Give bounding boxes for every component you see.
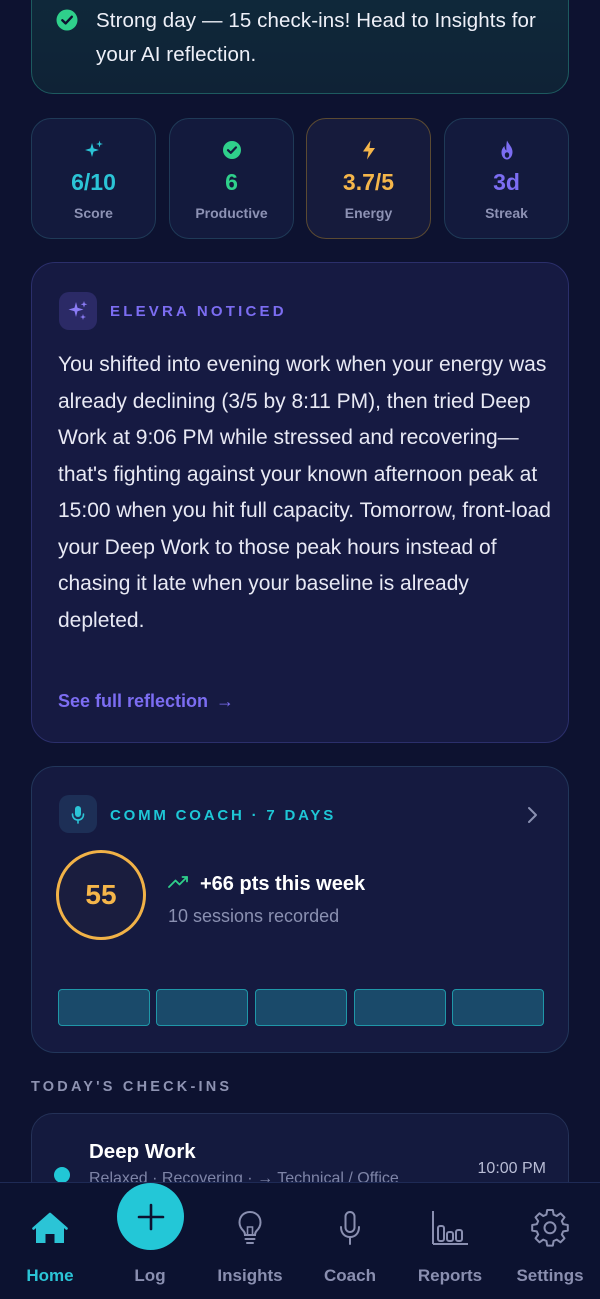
plus-icon [137,1203,164,1230]
sparkles-icon [68,301,88,320]
sparkles-icon [84,140,103,157]
stat-card-productive[interactable]: 6 Productive [169,118,294,239]
elevra-insight-card: ELEVRA NOTICED You shifted into evening … [31,262,569,743]
elevra-title: ELEVRA NOTICED [110,303,287,320]
chevron-right-icon[interactable] [524,805,540,825]
log-button[interactable] [117,1183,184,1250]
link-label: See full reflection [58,691,209,711]
stat-card-score[interactable]: 6/10 Score [31,118,156,239]
stat-label: Score [74,205,113,221]
nav-coach[interactable]: Coach [300,1183,400,1299]
arrow-right-icon: → [216,691,235,711]
home-icon [32,1212,68,1243]
nav-home[interactable]: Home [0,1183,100,1299]
nav-label: Home [26,1266,74,1285]
stat-card-streak[interactable]: 3d Streak [444,118,569,239]
microphone-icon [71,806,85,824]
stat-card-energy[interactable]: 3.7/5 Energy [306,118,431,239]
bottom-nav: Home Log Insights Coach Reports Settings [0,1182,600,1299]
comm-score-ring: 55 [56,850,146,940]
session-bar [452,989,544,1026]
stat-label: Streak [485,205,528,221]
stat-label: Energy [344,205,393,221]
session-bar [58,989,150,1026]
nav-insights[interactable]: Insights [200,1183,300,1299]
weekly-trend-text: +66 pts this week [200,873,366,895]
nav-reports[interactable]: Reports [400,1183,500,1299]
checkin-status-dot [54,1167,70,1183]
comm-coach-card[interactable]: COMM COACH · 7 DAYS 55 +66 pts this week… [31,766,569,1053]
see-full-reflection-link[interactable]: See full reflection → [58,691,234,712]
lightbulb-icon [238,1210,262,1244]
stat-value: 3.7/5 [342,169,395,195]
check-circle-icon [56,9,78,31]
sessions-count-text: 10 sessions recorded [168,906,340,926]
elevra-reflection-text: You shifted into evening work when your … [58,353,551,632]
banner-text: Strong day — 15 check-ins! Head to Insig… [96,9,536,66]
trending-up-icon [168,876,188,888]
stat-value: 6 [225,169,238,195]
session-bar [354,989,446,1026]
stat-value: 6/10 [71,169,116,195]
nav-label: Settings [516,1266,584,1285]
todays-checkins-heading: TODAY'S CHECK-INS [31,1079,233,1095]
comm-coach-title: COMM COACH · 7 DAYS [110,807,336,824]
elevra-badge [59,292,97,330]
nav-label: Insights [217,1266,283,1285]
microphone-icon [340,1211,360,1245]
coach-badge [59,795,97,833]
stat-value: 3d [493,169,520,195]
home-screen: Strong day — 15 check-ins! Head to Insig… [0,0,600,1299]
nav-label: Log [134,1266,166,1285]
flame-icon [501,140,512,160]
nav-label: Reports [417,1266,483,1285]
session-bar [156,989,248,1026]
comm-score-value: 55 [85,879,117,910]
nav-label: Coach [324,1266,376,1285]
bar-chart-icon [432,1211,468,1245]
check-circle-icon [222,141,241,159]
checkin-time: 10:00 PM [477,1160,546,1177]
checkin-title: Deep Work [89,1140,196,1163]
gear-icon [531,1209,569,1247]
session-bar [255,989,347,1026]
bolt-icon [362,140,375,160]
nav-settings[interactable]: Settings [500,1183,600,1299]
stat-label: Productive [195,205,268,221]
